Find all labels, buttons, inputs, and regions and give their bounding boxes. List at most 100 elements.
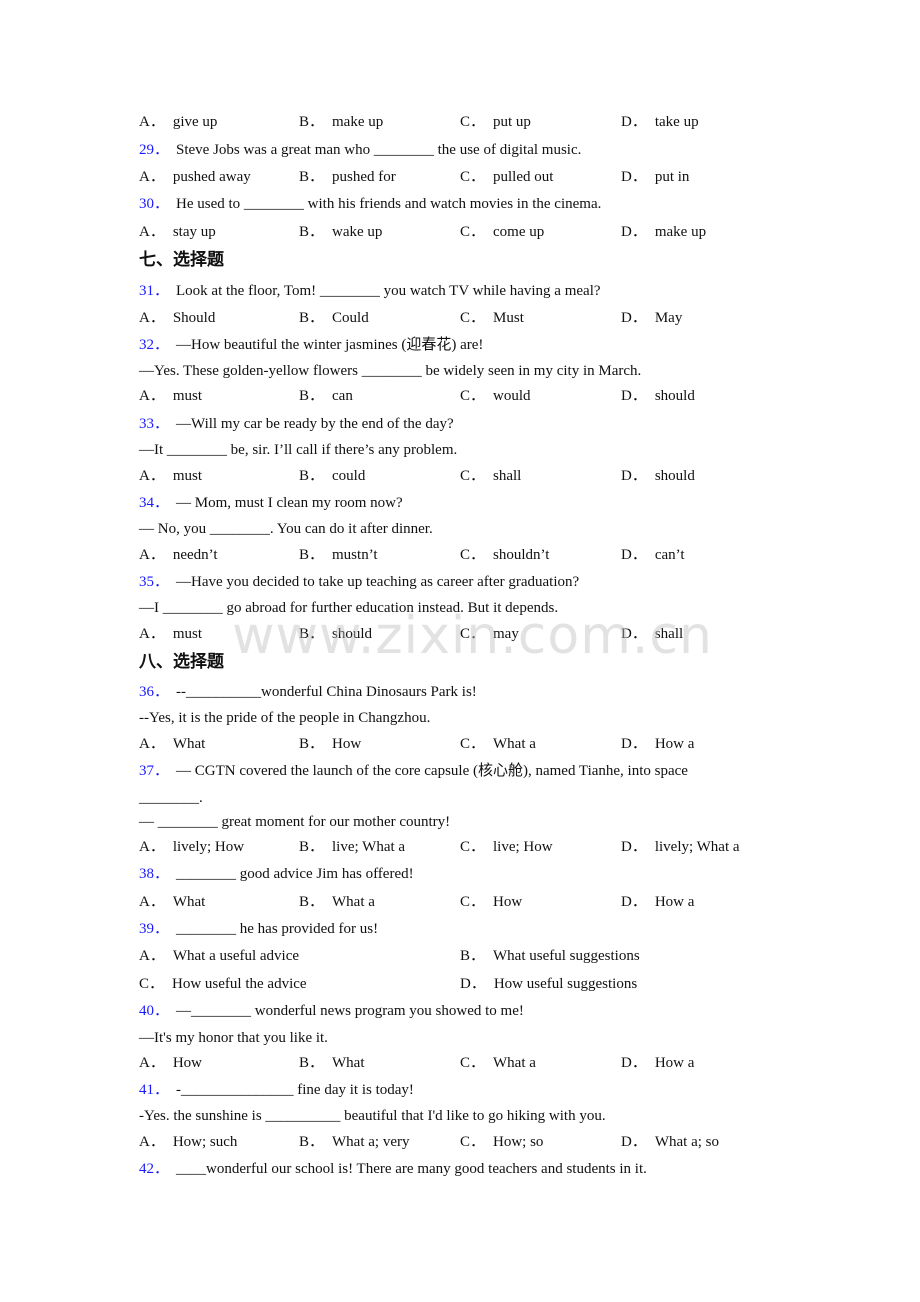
answer-option[interactable]: D． make up [621,222,706,242]
answer-option[interactable]: C． How useful the advice [139,974,307,994]
answer-option[interactable]: B． could [299,466,365,486]
answer-option[interactable]: B． live; What a [299,837,405,857]
option-text: Should [172,310,216,326]
answer-option[interactable]: C． live; How [460,837,553,857]
question-number: 34． [139,495,170,511]
answer-option[interactable]: A． What [139,734,205,754]
option-text: stay up [172,224,216,240]
answer-option[interactable]: B． should [299,624,372,644]
answer-option[interactable]: B． wake up [299,222,382,242]
option-text: would [493,388,531,404]
option-letter: C． [460,626,486,642]
options-row: A． must B． could C． shall D． should [139,466,779,486]
answer-option[interactable]: D． put in [621,167,689,187]
answer-option[interactable]: C． How [460,892,522,912]
option-text: can’t [654,547,685,563]
option-letter: A． [139,114,165,130]
answer-option[interactable]: D． May [621,308,682,328]
answer-option[interactable]: B． Could [299,308,369,328]
option-text: How a [654,736,695,752]
answer-option[interactable]: B． can [299,386,353,406]
answer-option[interactable]: B． What [299,1053,365,1073]
answer-option[interactable]: C． pulled out [460,167,553,187]
option-letter: D． [621,388,647,404]
answer-option[interactable]: C． would [460,386,531,406]
option-letter: B． [299,114,325,130]
answer-option[interactable]: B． What useful suggestions [460,946,640,966]
answer-option[interactable]: B． What a [299,892,375,912]
options-row: A． needn’t B． mustn’t C． shouldn’t D． can’t [139,545,779,565]
option-letter: A． [139,626,165,642]
answer-option[interactable]: C． shall [460,466,521,486]
answer-option[interactable]: D． take up [621,112,699,132]
option-text: How useful suggestions [493,976,638,992]
answer-option[interactable]: D． How a [621,892,694,912]
options-row: A． pushed away B． pushed for C． pulled out D． p… [139,167,779,187]
answer-option[interactable]: D． How a [621,734,694,754]
answer-option[interactable]: A． must [139,624,202,644]
answer-option[interactable]: B． What a; very [299,1132,409,1152]
answer-option[interactable]: C． may [460,624,519,644]
answer-option[interactable]: D． How useful suggestions [460,974,637,994]
option-text: should [654,388,695,404]
section-heading: 八、选择题 [139,652,224,672]
answer-option[interactable]: A． must [139,386,202,406]
question-stem: 36． --__________wonderful China Dinosaurs… [139,682,477,702]
answer-option[interactable]: A． pushed away [139,167,251,187]
option-letter: A． [139,948,165,964]
answer-option[interactable]: A． How [139,1053,202,1073]
option-text: give up [172,114,218,130]
answer-option[interactable]: A． What a useful advice [139,946,299,966]
dialogue-line: —I ________ go abroad for further educat… [139,600,559,616]
options-row: A． must B． should C． may D． shall [139,624,779,644]
question-stem: 35． —Have you decided to take up teaching… [139,572,579,592]
answer-option[interactable]: C． How; so [460,1132,543,1152]
option-text: mustn’t [332,547,378,563]
option-text: What a [493,1055,536,1071]
option-text: take up [654,114,699,130]
answer-option[interactable]: A． lively; How [139,837,244,857]
answer-option[interactable]: D． lively; What a [621,837,740,857]
options-row: A． lively; How B． live; What a C． live; How D．… [139,837,779,857]
answer-option[interactable]: C． Must [460,308,524,328]
answer-option[interactable]: A． must [139,466,202,486]
answer-option[interactable]: A． How; such [139,1132,237,1152]
option-letter: B． [299,736,325,752]
answer-option[interactable]: A． stay up [139,222,216,242]
answer-option[interactable]: C． What a [460,1053,536,1073]
question-text: — CGTN covered the launch of the core ca… [176,763,688,779]
option-letter: D． [621,114,647,130]
options-row: A． What B． What a C． How D． How a [139,892,779,912]
answer-option[interactable]: C． What a [460,734,536,754]
answer-option[interactable]: D． What a; so [621,1132,719,1152]
answer-option[interactable]: D． should [621,466,695,486]
question-stem: 39． ________ he has provided for us! [139,919,378,939]
option-letter: B． [299,310,325,326]
option-text: What [172,736,206,752]
options-row: A． What B． How C． What a D． How a [139,734,779,754]
answer-option[interactable]: D． should [621,386,695,406]
answer-option[interactable]: D． can’t [621,545,685,565]
answer-option[interactable]: A． needn’t [139,545,218,565]
option-letter: C． [460,736,486,752]
option-letter: D． [621,1055,647,1071]
answer-option[interactable]: C． put up [460,112,531,132]
answer-option[interactable]: B． make up [299,112,383,132]
answer-option[interactable]: A． Should [139,308,215,328]
answer-option[interactable]: A． What [139,892,205,912]
option-letter: A． [139,736,165,752]
question-text: —Have you decided to take up teaching as… [176,574,580,590]
option-letter: D． [621,310,647,326]
answer-option[interactable]: C． come up [460,222,544,242]
answer-option[interactable]: D． shall [621,624,683,644]
answer-option[interactable]: D． How a [621,1053,694,1073]
answer-option[interactable]: B． pushed for [299,167,396,187]
answer-option[interactable]: A． give up [139,112,217,132]
question-text: --__________wonderful China Dinosaurs Pa… [176,684,477,700]
answer-option[interactable]: B． mustn’t [299,545,378,565]
answer-option[interactable]: B． How [299,734,361,754]
option-text: How; so [493,1134,544,1150]
question-stem: 30． He used to ________ with his friends … [139,194,601,214]
answer-option[interactable]: C． shouldn’t [460,545,549,565]
option-text: How; such [172,1134,238,1150]
